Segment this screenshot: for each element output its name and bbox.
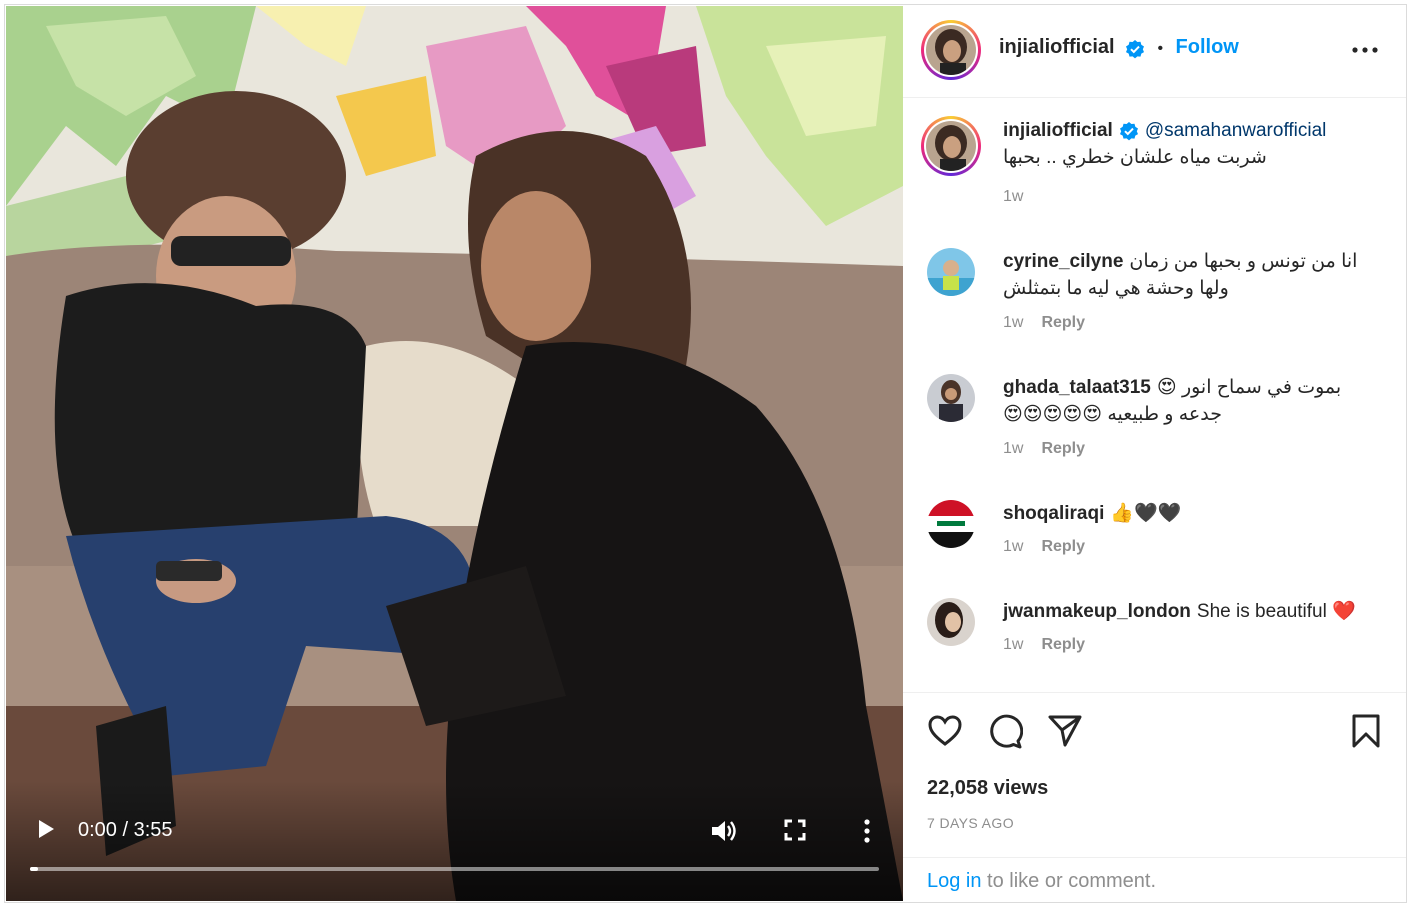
commenter-avatar[interactable] — [927, 598, 975, 646]
comments-list: injialiofficial @samahanwarofficial شربت… — [903, 98, 1406, 692]
more-options-icon[interactable] — [1352, 42, 1378, 53]
caption-body: injialiofficial @samahanwarofficial شربت… — [1003, 117, 1386, 171]
login-prompt-text: to like or comment. — [981, 870, 1157, 892]
post-actions: 22,058 views 7 DAYS AGO Log in to like o… — [903, 692, 1406, 901]
reply-button[interactable]: Reply — [1041, 440, 1085, 457]
video-progress-fill — [30, 867, 39, 871]
comment-username[interactable]: cyrine_cilyne — [1003, 251, 1123, 272]
caption-meta: 1w — [1003, 188, 1023, 206]
video-player[interactable]: 0:00 / 3:55 — [6, 6, 903, 901]
comment-meta: 1w Reply — [1003, 636, 1085, 654]
share-icon[interactable] — [1047, 713, 1083, 749]
post-side-panel: injialiofficial • Follow injialiofficial… — [903, 6, 1406, 901]
caption-text: شربت مياه علشان خطري .. بحبها — [1003, 147, 1267, 168]
comment-item: shoqaliraqi 👍🖤🖤 1w Reply — [903, 500, 1406, 580]
comment-body: cyrine_cilyne انا من تونس و بحبها من زمان… — [1003, 248, 1386, 302]
comment-body: shoqaliraqi 👍🖤🖤 — [1003, 500, 1386, 527]
comment-item: jwanmakeup_london She is beautiful ❤️ 1w R… — [903, 598, 1406, 678]
iraq-flag-avatar-icon — [927, 500, 975, 548]
video-progress-bar[interactable] — [30, 867, 879, 871]
caption: injialiofficial @samahanwarofficial شربت… — [903, 116, 1406, 226]
comment-item: cyrine_cilyne انا من تونس و بحبها من زمان… — [903, 248, 1406, 358]
reply-button[interactable]: Reply — [1041, 538, 1085, 555]
comment-body: ghada_talaat315 بموت في سماح انور 😍 جدعه … — [1003, 374, 1386, 428]
volume-icon[interactable] — [710, 818, 738, 844]
commenter-avatar-image — [927, 598, 975, 646]
caption-avatar[interactable] — [921, 116, 981, 176]
comment-meta: 1w Reply — [1003, 538, 1085, 556]
header-separator: • — [1157, 40, 1164, 57]
caption-avatar-image — [926, 121, 976, 171]
caption-time: 1w — [1003, 188, 1024, 205]
comment-meta: 1w Reply — [1003, 314, 1085, 332]
comment-time: 1w — [1003, 538, 1024, 555]
login-link[interactable]: Log in — [927, 870, 982, 892]
comment-time: 1w — [1003, 636, 1024, 653]
comment-username[interactable]: jwanmakeup_london — [1003, 601, 1191, 622]
post-date: 7 DAYS AGO — [927, 815, 1014, 831]
login-prompt: Log in to like or comment. — [903, 857, 1406, 902]
comment-text: 👍🖤🖤 — [1110, 503, 1182, 524]
video-time: 0:00 / 3:55 — [78, 819, 173, 841]
fullscreen-icon[interactable] — [784, 819, 806, 841]
comment-username[interactable]: ghada_talaat315 — [1003, 377, 1151, 398]
comment-time: 1w — [1003, 314, 1024, 331]
reply-button[interactable]: Reply — [1041, 636, 1085, 653]
comment-icon[interactable] — [987, 713, 1024, 749]
video-more-icon[interactable] — [860, 818, 874, 844]
comment-username[interactable]: shoqaliraqi — [1003, 503, 1104, 524]
video-frame-image — [6, 6, 903, 901]
verified-badge-icon — [1119, 121, 1138, 141]
comment-time: 1w — [1003, 440, 1024, 457]
play-icon[interactable] — [34, 818, 56, 840]
commenter-avatar-image — [927, 248, 975, 296]
caption-mention[interactable]: @samahanwarofficial — [1145, 120, 1327, 141]
comment-item: ghada_talaat315 بموت في سماح انور 😍 جدعه … — [903, 374, 1406, 474]
comment-body: jwanmakeup_london She is beautiful ❤️ — [1003, 598, 1386, 625]
reply-button[interactable]: Reply — [1041, 314, 1085, 331]
author-avatar-image — [926, 25, 976, 75]
verified-badge-icon — [1126, 39, 1145, 59]
commenter-avatar[interactable] — [927, 248, 975, 296]
heart-icon[interactable] — [927, 713, 963, 749]
bookmark-icon[interactable] — [1348, 713, 1384, 749]
commenter-avatar[interactable] — [927, 500, 975, 548]
view-count: 22,058 views — [927, 777, 1049, 799]
post-header: injialiofficial • Follow — [903, 6, 1406, 98]
commenter-avatar-image — [927, 374, 975, 422]
heart-emoji: ❤️ — [1332, 601, 1356, 622]
comment-text: She is beautiful — [1196, 601, 1327, 622]
comment-meta: 1w Reply — [1003, 440, 1085, 458]
caption-username[interactable]: injialiofficial — [1003, 120, 1113, 141]
author-avatar[interactable] — [921, 20, 981, 80]
follow-button[interactable]: Follow — [1176, 36, 1239, 58]
author-username[interactable]: injialiofficial — [999, 36, 1115, 58]
commenter-avatar[interactable] — [927, 374, 975, 422]
